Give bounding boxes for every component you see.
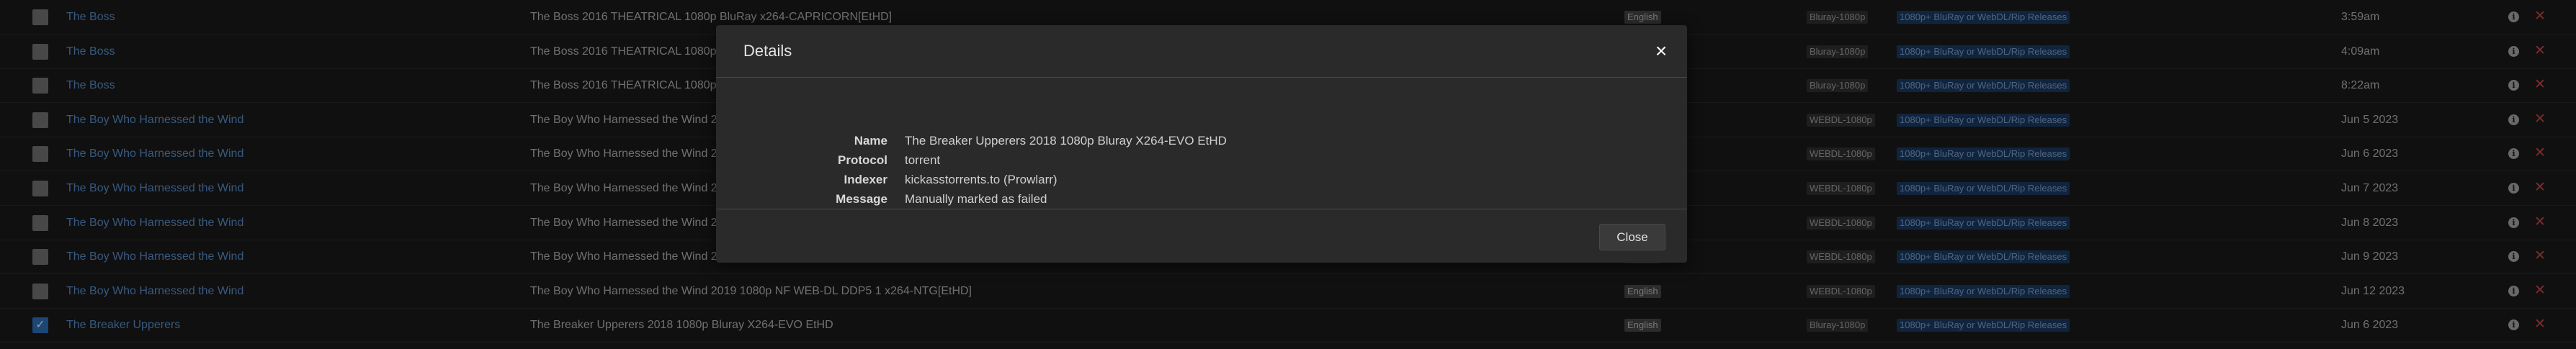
close-icon[interactable]: × xyxy=(1650,40,1673,63)
detail-label: Protocol xyxy=(838,153,887,167)
modal-footer: Close xyxy=(716,209,1687,263)
detail-value: kickasstorrents.to (Prowlarr) xyxy=(905,173,1057,186)
modal-title: Details xyxy=(743,42,792,60)
detail-row-indexer: Indexer kickasstorrents.to (Prowlarr) xyxy=(716,170,1687,189)
detail-label: Message xyxy=(836,192,887,206)
details-modal: Details × Name The Breaker Upperers 2018… xyxy=(716,25,1687,263)
detail-row-message: Message Manually marked as failed xyxy=(716,189,1687,209)
detail-label: Indexer xyxy=(844,173,887,186)
detail-label: Name xyxy=(854,134,887,148)
detail-row-name: Name The Breaker Upperers 2018 1080p Blu… xyxy=(716,131,1687,150)
close-button[interactable]: Close xyxy=(1599,224,1665,250)
detail-value: The Breaker Upperers 2018 1080p Bluray X… xyxy=(905,134,1227,148)
detail-row-protocol: Protocol torrent xyxy=(716,150,1687,170)
detail-value: torrent xyxy=(905,153,941,167)
detail-value: Manually marked as failed xyxy=(905,192,1047,206)
modal-header: Details × xyxy=(716,25,1687,78)
